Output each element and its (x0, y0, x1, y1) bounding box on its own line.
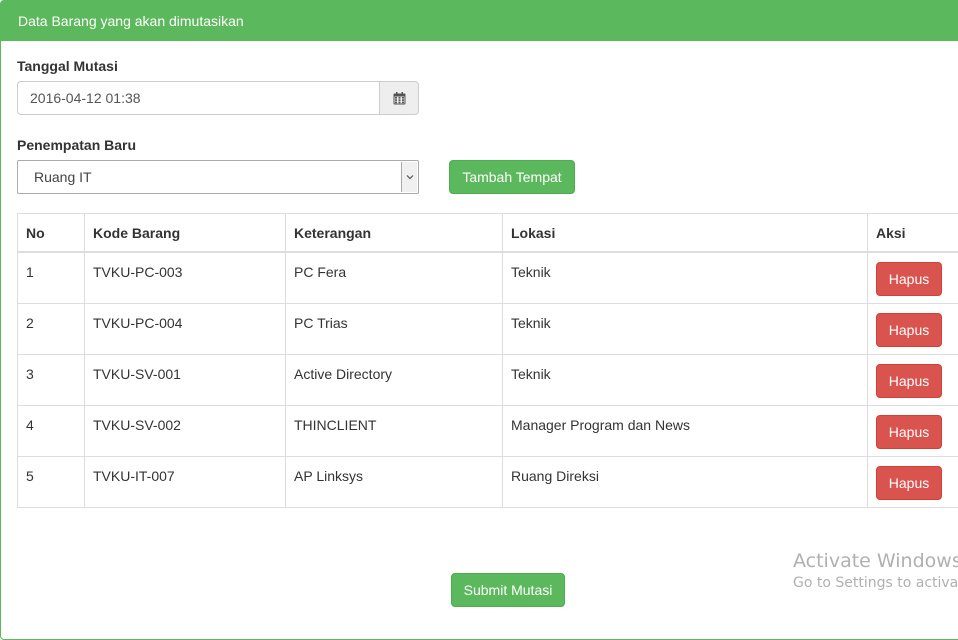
table-row: 5 TVKU-IT-007 AP Linksys Ruang Direksi H… (18, 456, 958, 507)
penempatan-baru-label: Penempatan Baru (17, 137, 136, 153)
cell-no: 3 (18, 354, 85, 405)
hapus-button[interactable]: Hapus (876, 415, 942, 449)
table-header-row: No Kode Barang Keterangan Lokasi Aksi (18, 214, 958, 253)
cell-aksi: Hapus (868, 354, 958, 405)
cell-aksi: Hapus (868, 456, 958, 507)
hapus-button[interactable]: Hapus (876, 364, 942, 398)
cell-lokasi: Teknik (503, 303, 868, 354)
cell-no: 2 (18, 303, 85, 354)
select-arrow[interactable] (401, 162, 417, 192)
table-row: 2 TVKU-PC-004 PC Trias Teknik Hapus (18, 303, 958, 354)
activate-windows-watermark: Activate Windows Go to Settings to activ… (793, 550, 958, 591)
cell-keterangan: PC Trias (286, 303, 503, 354)
submit-mutasi-button[interactable]: Submit Mutasi (451, 573, 565, 607)
watermark-title: Activate Windows (793, 550, 958, 572)
cell-lokasi: Teknik (503, 252, 868, 303)
cell-no: 5 (18, 456, 85, 507)
header-aksi: Aksi (868, 214, 958, 253)
tanggal-mutasi-input[interactable]: 2016-04-12 01:38 (17, 81, 380, 115)
cell-kode-barang: TVKU-IT-007 (85, 456, 286, 507)
cell-lokasi: Teknik (503, 354, 868, 405)
header-no: No (18, 214, 85, 253)
barang-table: No Kode Barang Keterangan Lokasi Aksi 1 … (17, 213, 958, 508)
penempatan-select[interactable]: Ruang IT (17, 160, 419, 194)
cell-kode-barang: TVKU-SV-002 (85, 405, 286, 456)
cell-lokasi: Ruang Direksi (503, 456, 868, 507)
calendar-button[interactable] (379, 81, 419, 115)
cell-keterangan: PC Fera (286, 252, 503, 303)
cell-aksi: Hapus (868, 405, 958, 456)
tanggal-mutasi-label: Tanggal Mutasi (17, 58, 118, 74)
cell-keterangan: THINCLIENT (286, 405, 503, 456)
watermark-subtitle: Go to Settings to activate (793, 575, 958, 591)
header-lokasi: Lokasi (503, 214, 868, 253)
cell-lokasi: Manager Program dan News (503, 405, 868, 456)
cell-kode-barang: TVKU-PC-004 (85, 303, 286, 354)
cell-kode-barang: TVKU-SV-001 (85, 354, 286, 405)
hapus-button[interactable]: Hapus (876, 466, 942, 500)
cell-kode-barang: TVKU-PC-003 (85, 252, 286, 303)
cell-no: 4 (18, 405, 85, 456)
table-row: 3 TVKU-SV-001 Active Directory Teknik Ha… (18, 354, 958, 405)
penempatan-selected-value: Ruang IT (34, 161, 92, 193)
chevron-down-icon (406, 174, 414, 180)
hapus-button[interactable]: Hapus (876, 262, 942, 296)
tambah-tempat-button[interactable]: Tambah Tempat (449, 160, 575, 194)
cell-aksi: Hapus (868, 252, 958, 303)
table-row: 1 TVKU-PC-003 PC Fera Teknik Hapus (18, 252, 958, 303)
header-keterangan: Keterangan (286, 214, 503, 253)
header-kode-barang: Kode Barang (85, 214, 286, 253)
cell-keterangan: Active Directory (286, 354, 503, 405)
calendar-icon (393, 92, 406, 105)
hapus-button[interactable]: Hapus (876, 313, 942, 347)
cell-keterangan: AP Linksys (286, 456, 503, 507)
cell-aksi: Hapus (868, 303, 958, 354)
tanggal-mutasi-group: 2016-04-12 01:38 (17, 81, 419, 115)
table-row: 4 TVKU-SV-002 THINCLIENT Manager Program… (18, 405, 958, 456)
cell-no: 1 (18, 252, 85, 303)
panel-heading: Data Barang yang akan dimutasikan (1, 1, 958, 41)
